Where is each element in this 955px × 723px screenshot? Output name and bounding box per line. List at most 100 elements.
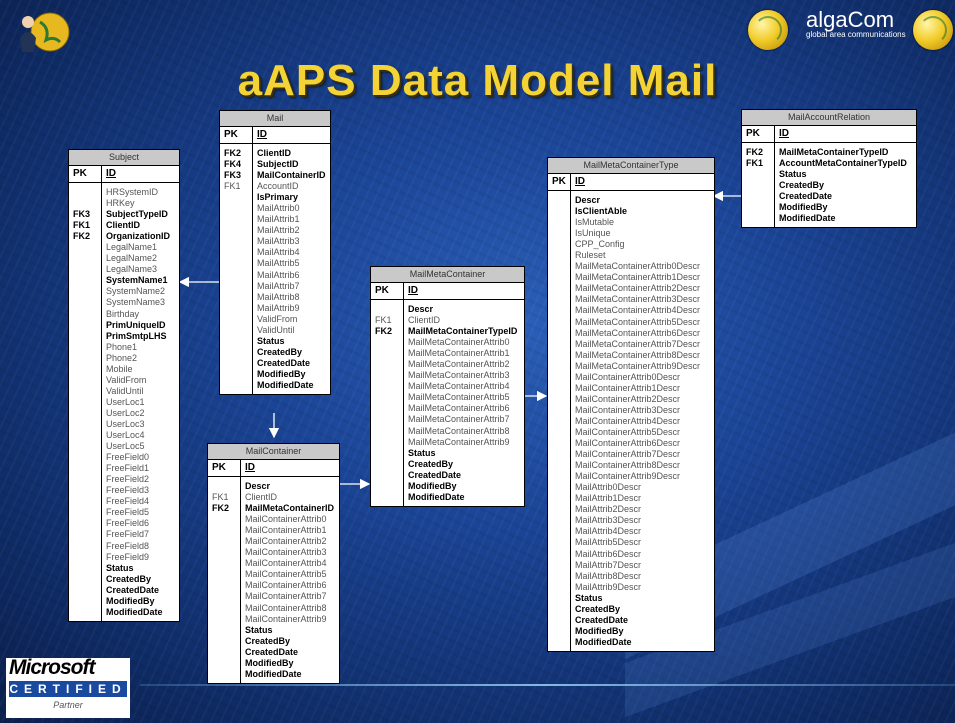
- field-row: MailAttrib0Descr: [575, 482, 642, 493]
- field-row: FreeField4: [106, 496, 150, 507]
- field-row: CreatedBy: [408, 458, 454, 469]
- field-row: MailContainerAttrib2Descr: [575, 393, 681, 404]
- field-row: PrimUniqueID: [106, 319, 166, 330]
- field-row: MailAttrib8: [257, 291, 300, 302]
- field-list: ClientID SubjectID MailContainerID AccountI…: [252, 144, 330, 395]
- field-list: MailMetaContainerTypeID AccountMetaContai…: [774, 143, 916, 228]
- field-row: ValidUntil: [257, 324, 295, 335]
- field-row: SystemName3: [106, 297, 166, 308]
- table-header: Subject: [69, 150, 179, 166]
- field-row: ModifiedBy: [408, 480, 457, 491]
- fk-label: FK1: [375, 315, 392, 326]
- field-row: UserLoc1: [106, 396, 145, 407]
- pk-label: PK: [552, 176, 566, 187]
- field-row: CreatedBy: [245, 635, 291, 646]
- field-row: MailContainerAttrib5: [245, 569, 327, 580]
- field-row: CreatedDate: [245, 646, 299, 657]
- field-row: FreeField8: [106, 540, 150, 551]
- field-row: UserLoc2: [106, 407, 145, 418]
- field-row: MailContainerAttrib9: [245, 613, 327, 624]
- field-row: MailContainerAttrib8: [245, 602, 327, 613]
- field-row: MailMetaContainerTypeID: [408, 326, 518, 337]
- pk-label: PK: [212, 462, 226, 473]
- key-column: FK1 FK2: [371, 300, 403, 506]
- table-header: MailMetaContainerType: [548, 158, 714, 174]
- fk-label: [73, 187, 101, 198]
- field-row: Phone2: [106, 352, 138, 363]
- fk-label: [73, 198, 101, 209]
- field-list: Descr ClientID MailMetaContainerID MailCont…: [240, 477, 339, 683]
- pk-row: PK ID: [371, 283, 524, 300]
- field-row: ModifiedDate: [779, 213, 836, 224]
- field-row: CreatedDate: [257, 357, 311, 368]
- field-row: Status: [245, 624, 273, 635]
- microsoft-wordmark: Microsoft: [9, 656, 95, 679]
- field-row: Birthday: [106, 308, 140, 319]
- pk-row: PK ID: [208, 460, 339, 477]
- field-row: MailMetaContainerAttrib2Descr: [575, 283, 701, 294]
- fk-label: FK2: [224, 148, 242, 158]
- field-row: Ruleset: [575, 250, 606, 261]
- field-row: MailMetaContainerAttrib9: [408, 436, 510, 447]
- field-row: LegalName1: [106, 242, 158, 253]
- field-row: MailContainerAttrib0Descr: [575, 371, 681, 382]
- field-row: MailMetaContainerAttrib3Descr: [575, 294, 701, 305]
- pk-field: ID: [252, 127, 330, 143]
- field-row: MailMetaContainerAttrib5: [408, 392, 510, 403]
- fk-label: FK2: [212, 503, 230, 514]
- field-row: MailAttrib0: [257, 203, 300, 214]
- field-row: MailContainerID: [257, 170, 326, 181]
- fk-label: FK3: [224, 170, 242, 181]
- field-list: Descr IsClientAble IsMutable IsUnique CPP_Co…: [570, 191, 714, 651]
- field-row: HRSystemID: [106, 187, 159, 197]
- field-row: SubjectTypeID: [106, 209, 168, 220]
- fk-label: FK1: [224, 181, 241, 192]
- field-row: MailContainerAttrib0: [245, 514, 327, 525]
- field-row: FreeField2: [106, 474, 150, 485]
- field-row: Status: [106, 562, 134, 573]
- field-row: MailAttrib6Descr: [575, 548, 642, 559]
- table-header: MailAccountRelation: [742, 110, 916, 126]
- table-mailmetacontainertype: MailMetaContainerType PK ID Descr IsClien…: [547, 157, 715, 652]
- fk-label: FK1: [73, 220, 91, 231]
- table-mail: Mail PK ID FK2 FK4 FK3 FK1 ClientID SubjectID…: [219, 110, 331, 396]
- field-row: CreatedDate: [575, 614, 629, 625]
- field-row: ModifiedDate: [257, 379, 314, 390]
- field-row: Descr: [245, 481, 271, 491]
- microsoft-certified-partner-logo: Microsoft CERTIFIED Partner: [6, 656, 130, 718]
- fk-label: FK2: [375, 326, 393, 337]
- table-subject: Subject PK ID FK3 FK1 FK2 HRSystemID HRKey Su…: [68, 149, 180, 622]
- field-row: MailContainerAttrib3: [245, 547, 327, 558]
- field-row: Status: [575, 592, 603, 603]
- field-row: MailContainerAttrib8Descr: [575, 460, 681, 471]
- fk-label: FK4: [224, 159, 242, 170]
- field-row: MailContainerAttrib4: [245, 558, 327, 569]
- field-row: ModifiedBy: [106, 595, 155, 606]
- field-row: UserLoc5: [106, 441, 145, 452]
- field-row: MailContainerAttrib1Descr: [575, 382, 681, 393]
- certified-band: CERTIFIED: [9, 681, 127, 697]
- field-row: MailAttrib5Descr: [575, 537, 642, 548]
- field-row: MailContainerAttrib3Descr: [575, 404, 681, 415]
- field-row: ModifiedBy: [245, 657, 294, 668]
- field-row: MailAttrib1Descr: [575, 493, 642, 504]
- key-column: FK1 FK2: [208, 477, 240, 683]
- field-row: Descr: [408, 304, 434, 314]
- field-row: ClientID: [408, 315, 441, 326]
- fk-label: FK1: [212, 492, 229, 503]
- pk-field: ID: [240, 460, 339, 476]
- fk-label: FK2: [73, 231, 91, 242]
- field-row: CreatedBy: [779, 180, 825, 191]
- field-row: Phone1: [106, 341, 138, 352]
- field-row: MailAttrib4: [257, 247, 300, 258]
- field-row: SubjectID: [257, 159, 299, 170]
- fk-label: [375, 304, 403, 315]
- field-row: IsMutable: [575, 217, 615, 228]
- field-row: FreeField6: [106, 518, 150, 529]
- field-row: UserLoc3: [106, 418, 145, 429]
- pk-field: ID: [570, 174, 714, 190]
- field-row: MailContainerAttrib2: [245, 536, 327, 547]
- field-row: MailMetaContainerAttrib5Descr: [575, 316, 701, 327]
- table-header: MailContainer: [208, 444, 339, 460]
- fk-label: [212, 481, 240, 492]
